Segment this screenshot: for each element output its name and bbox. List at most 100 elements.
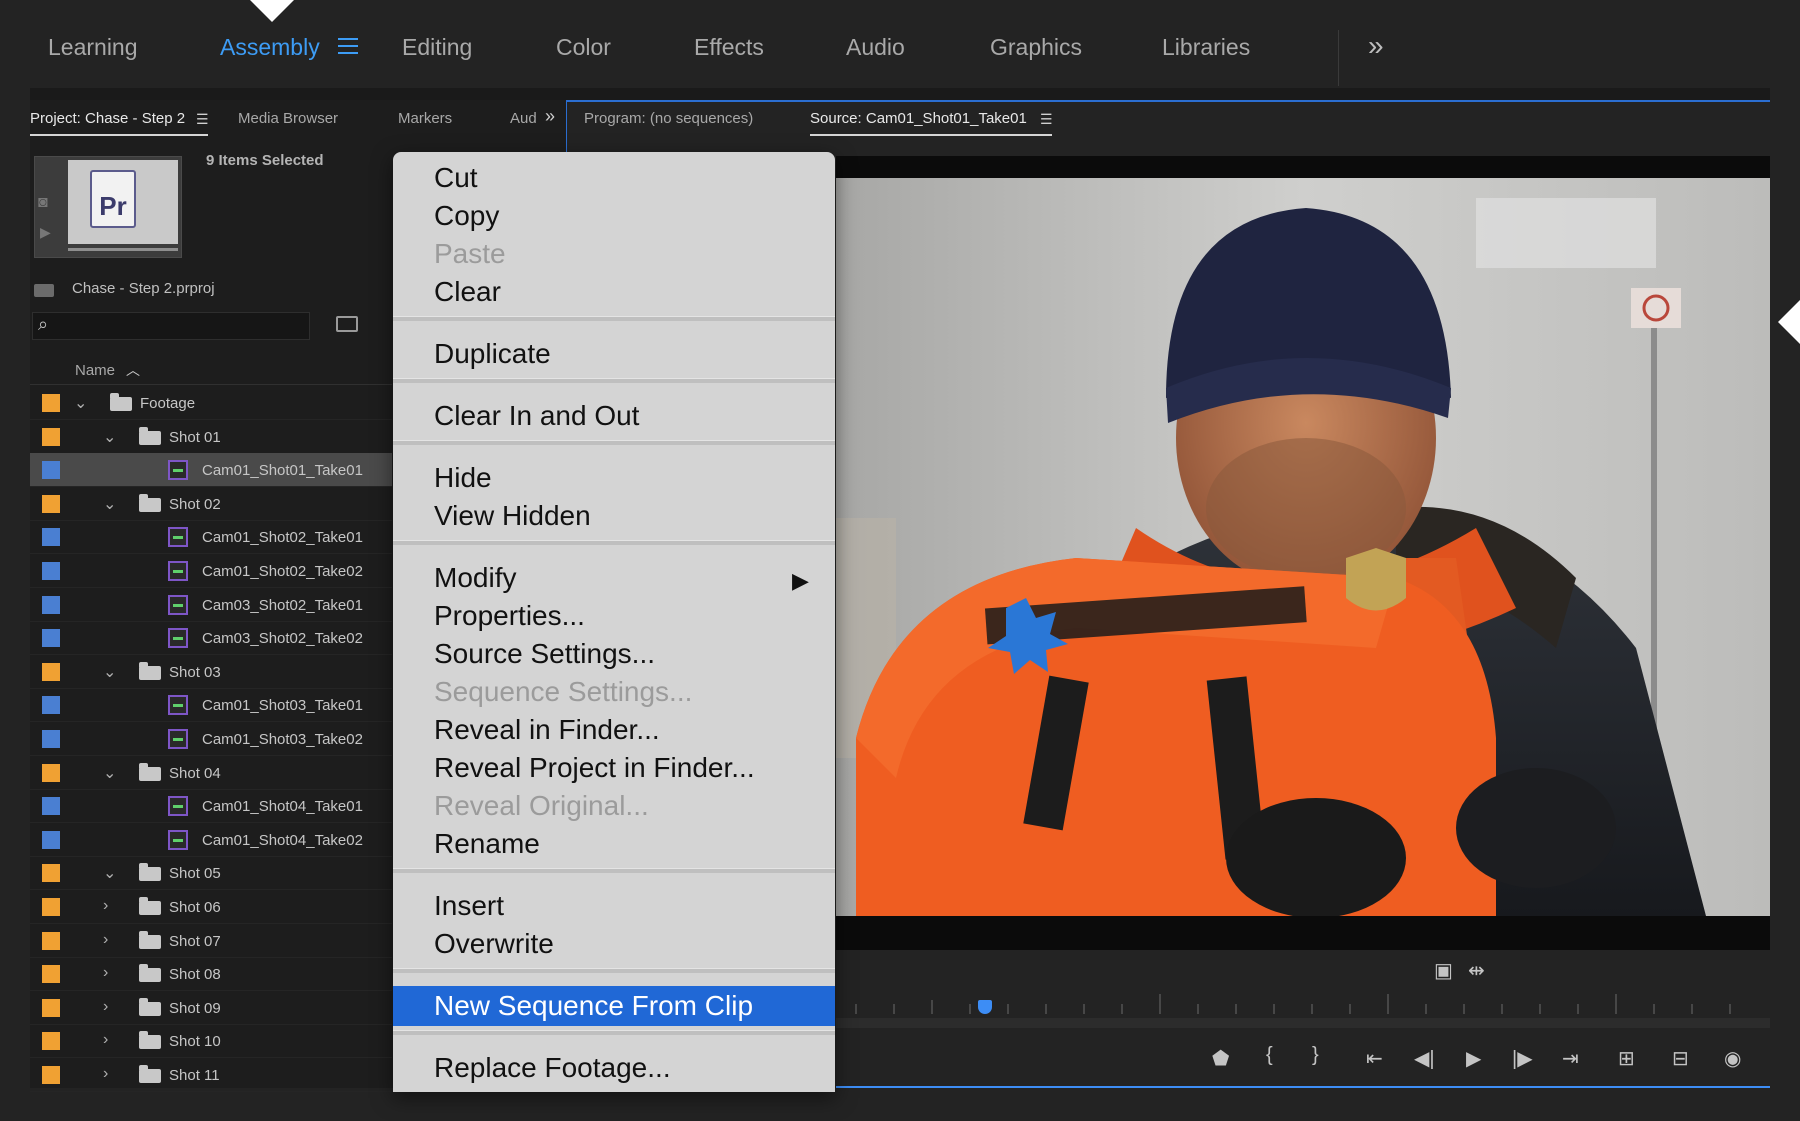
bin-row[interactable]: › Shot 07 — [30, 924, 392, 958]
menu-item-copy[interactable]: Copy — [434, 200, 499, 232]
bin-row[interactable]: › Shot 09 — [30, 991, 392, 1025]
label-color-chip[interactable] — [42, 427, 60, 446]
label-color-chip[interactable] — [42, 730, 60, 748]
chevron-right-icon[interactable]: › — [103, 964, 108, 982]
label-color-chip[interactable] — [42, 830, 60, 849]
tab-program-monitor[interactable]: Program: (no sequences) — [584, 110, 753, 127]
mark-in-icon[interactable]: { — [1266, 1044, 1273, 1067]
menu-item-source-settings[interactable]: Source Settings... — [434, 638, 655, 670]
menu-item-reveal-project-in-finder[interactable]: Reveal Project in Finder... — [434, 752, 755, 784]
play-icon[interactable]: ▶ — [1466, 1046, 1481, 1071]
menu-item-view-hidden[interactable]: View Hidden — [434, 500, 591, 532]
menu-item-clear-in-and-out[interactable]: Clear In and Out — [434, 400, 639, 432]
label-color-chip[interactable] — [42, 931, 60, 950]
label-color-chip[interactable] — [42, 998, 60, 1017]
step-forward-icon[interactable]: |▶ — [1512, 1046, 1533, 1071]
source-panel-menu-icon[interactable]: ☰ — [1040, 111, 1053, 128]
insert-icon[interactable]: ⊞ — [1618, 1046, 1635, 1071]
workspace-tab-learning[interactable]: Learning — [48, 34, 138, 61]
bin-row[interactable]: › Shot 06 — [30, 890, 392, 924]
chevron-down-icon[interactable]: ⌄ — [103, 427, 116, 447]
clip-row[interactable]: Cam01_Shot03_Take02 — [30, 722, 392, 756]
clip-row[interactable]: Cam03_Shot02_Take01 — [30, 588, 392, 622]
tab-project[interactable]: Project: Chase - Step 2 — [30, 110, 185, 127]
chevron-down-icon[interactable]: ⌄ — [103, 494, 116, 514]
go-to-out-icon[interactable]: ⇥ — [1562, 1046, 1579, 1071]
sort-ascending-icon[interactable]: ︿ — [126, 360, 140, 380]
label-color-chip[interactable] — [42, 898, 60, 916]
label-color-chip[interactable] — [42, 528, 60, 547]
label-color-chip[interactable] — [42, 1032, 60, 1051]
clip-row[interactable]: Cam01_Shot02_Take02 — [30, 554, 392, 588]
workspace-tab-color[interactable]: Color — [556, 34, 611, 61]
menu-item-hide[interactable]: Hide — [434, 462, 492, 494]
bin-row[interactable]: › Shot 08 — [30, 957, 392, 992]
column-header-name[interactable]: Name — [75, 362, 115, 379]
chevron-right-icon[interactable]: › — [103, 1031, 108, 1049]
bin-row[interactable]: ⌄ Shot 05 — [30, 856, 392, 891]
chevron-down-icon[interactable]: ⌄ — [74, 393, 87, 413]
chevron-down-icon[interactable]: ⌄ — [103, 662, 116, 682]
label-color-chip[interactable] — [42, 461, 60, 480]
bin-row[interactable]: ⌄ Footage — [30, 386, 392, 420]
label-color-chip[interactable] — [42, 662, 60, 681]
bin-row[interactable]: ⌄ Shot 02 — [30, 487, 392, 521]
scrub-track[interactable] — [836, 1018, 1770, 1028]
label-color-chip[interactable] — [42, 494, 60, 513]
workspace-tab-graphics[interactable]: Graphics — [990, 34, 1082, 61]
add-marker-icon[interactable]: ⬟ — [1212, 1046, 1229, 1071]
menu-item-properties[interactable]: Properties... — [434, 600, 585, 632]
label-color-chip[interactable] — [42, 864, 60, 883]
drag-audio-only-icon[interactable]: ⇹ — [1468, 958, 1485, 983]
clip-row[interactable]: Cam01_Shot02_Take01 — [30, 520, 392, 555]
chevron-right-icon[interactable]: › — [103, 897, 108, 915]
chevron-right-icon[interactable]: › — [103, 998, 108, 1016]
menu-item-duplicate[interactable]: Duplicate — [434, 338, 551, 370]
chevron-right-icon[interactable]: › — [103, 1065, 108, 1083]
clip-row-selected[interactable]: Cam01_Shot01_Take01 — [30, 453, 392, 488]
go-to-in-icon[interactable]: ⇤ — [1366, 1046, 1383, 1071]
tab-markers[interactable]: Markers — [398, 110, 452, 127]
workspace-tab-audio[interactable]: Audio — [846, 34, 905, 61]
play-thumbnail-icon[interactable]: ▶ — [40, 224, 51, 241]
label-color-chip[interactable] — [42, 797, 60, 816]
clip-row[interactable]: Cam03_Shot02_Take02 — [30, 621, 392, 656]
mark-out-icon[interactable]: } — [1312, 1044, 1319, 1067]
workspace-tab-editing[interactable]: Editing — [402, 34, 472, 61]
chevron-down-icon[interactable]: ⌄ — [103, 763, 116, 783]
label-color-chip[interactable] — [42, 629, 60, 648]
label-color-chip[interactable] — [42, 965, 60, 984]
bin-row[interactable]: ⌄ Shot 03 — [30, 655, 392, 689]
menu-item-reveal-in-finder[interactable]: Reveal in Finder... — [434, 714, 660, 746]
menu-item-cut[interactable]: Cut — [434, 162, 478, 194]
chevron-right-icon[interactable]: › — [103, 931, 108, 949]
menu-item-replace-footage[interactable]: Replace Footage... — [434, 1052, 671, 1084]
label-color-chip[interactable] — [42, 595, 60, 614]
thumbnail-scrubber[interactable] — [68, 248, 178, 251]
export-frame-icon[interactable]: ◉ — [1724, 1046, 1741, 1071]
panel-overflow-icon[interactable]: » — [545, 106, 555, 127]
label-color-chip[interactable] — [42, 562, 60, 580]
chevron-down-icon[interactable]: ⌄ — [103, 863, 116, 883]
time-ruler[interactable] — [836, 992, 1770, 1016]
clip-row[interactable]: Cam01_Shot04_Take01 — [30, 789, 392, 824]
source-video-frame[interactable] — [836, 178, 1770, 916]
menu-item-rename[interactable]: Rename — [434, 828, 540, 860]
drag-video-only-icon[interactable]: ▣ — [1434, 958, 1453, 983]
bin-row[interactable]: › Shot 11 — [30, 1058, 392, 1092]
new-search-bin-icon[interactable] — [336, 316, 358, 332]
workspace-menu-icon[interactable] — [338, 38, 358, 56]
camera-icon[interactable]: ◙ — [38, 194, 48, 212]
step-back-icon[interactable]: ◀| — [1414, 1046, 1435, 1071]
search-input[interactable] — [32, 312, 310, 340]
workspace-tab-effects[interactable]: Effects — [694, 34, 764, 61]
menu-item-overwrite[interactable]: Overwrite — [434, 928, 554, 960]
bin-row[interactable]: › Shot 10 — [30, 1024, 392, 1059]
workspace-tab-libraries[interactable]: Libraries — [1162, 34, 1250, 61]
bin-row[interactable]: ⌄ Shot 04 — [30, 756, 392, 790]
menu-item-clear[interactable]: Clear — [434, 276, 501, 308]
tab-source-monitor[interactable]: Source: Cam01_Shot01_Take01 — [810, 110, 1027, 127]
clip-row[interactable]: Cam01_Shot03_Take01 — [30, 688, 392, 723]
workspace-overflow-icon[interactable]: » — [1368, 30, 1384, 62]
menu-item-modify[interactable]: Modify — [434, 562, 516, 594]
